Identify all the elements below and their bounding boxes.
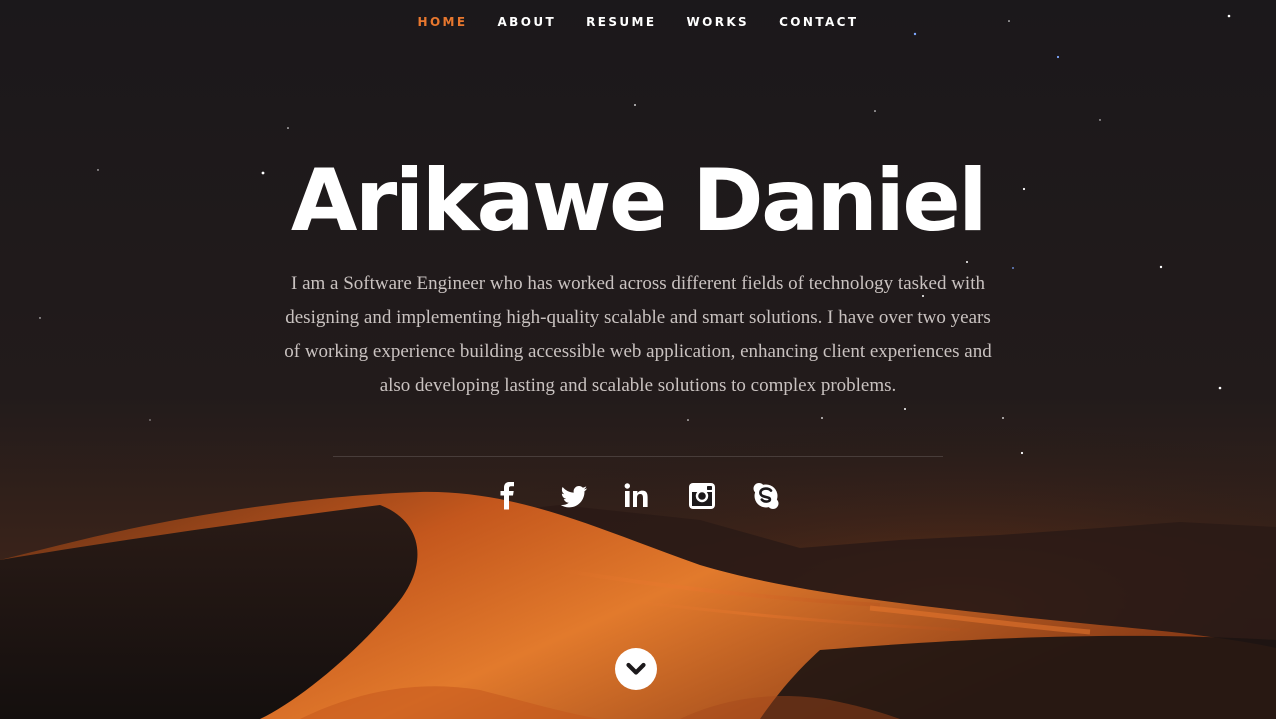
- linkedin-link[interactable]: [606, 476, 670, 516]
- hero-bio: I am a Software Engineer who has worked …: [284, 273, 992, 396]
- twitter-link[interactable]: [542, 476, 606, 516]
- chevron-down-icon: [626, 662, 646, 675]
- hero-section: HOME ABOUT RESUME WORKS CONTACT Arikawe …: [0, 0, 1276, 719]
- nav-item-home[interactable]: HOME: [403, 0, 483, 44]
- hero-name: Arikawe Daniel: [290, 151, 988, 251]
- nav-item-works[interactable]: WORKS: [671, 0, 764, 44]
- skype-icon: [753, 483, 779, 509]
- nav-item-resume[interactable]: RESUME: [571, 0, 671, 44]
- scroll-down-button[interactable]: [615, 648, 657, 690]
- facebook-link[interactable]: [478, 476, 542, 516]
- instagram-icon: [689, 483, 715, 509]
- instagram-link[interactable]: [670, 476, 734, 516]
- skype-link[interactable]: [734, 476, 798, 516]
- twitter-icon: [560, 486, 588, 508]
- linkedin-icon: [624, 483, 648, 507]
- nav-item-about[interactable]: ABOUT: [483, 0, 572, 44]
- nav-item-contact[interactable]: CONTACT: [764, 0, 873, 44]
- divider: [333, 456, 943, 457]
- social-links: [0, 476, 1276, 516]
- main-nav: HOME ABOUT RESUME WORKS CONTACT: [0, 0, 1276, 44]
- facebook-icon: [500, 482, 514, 510]
